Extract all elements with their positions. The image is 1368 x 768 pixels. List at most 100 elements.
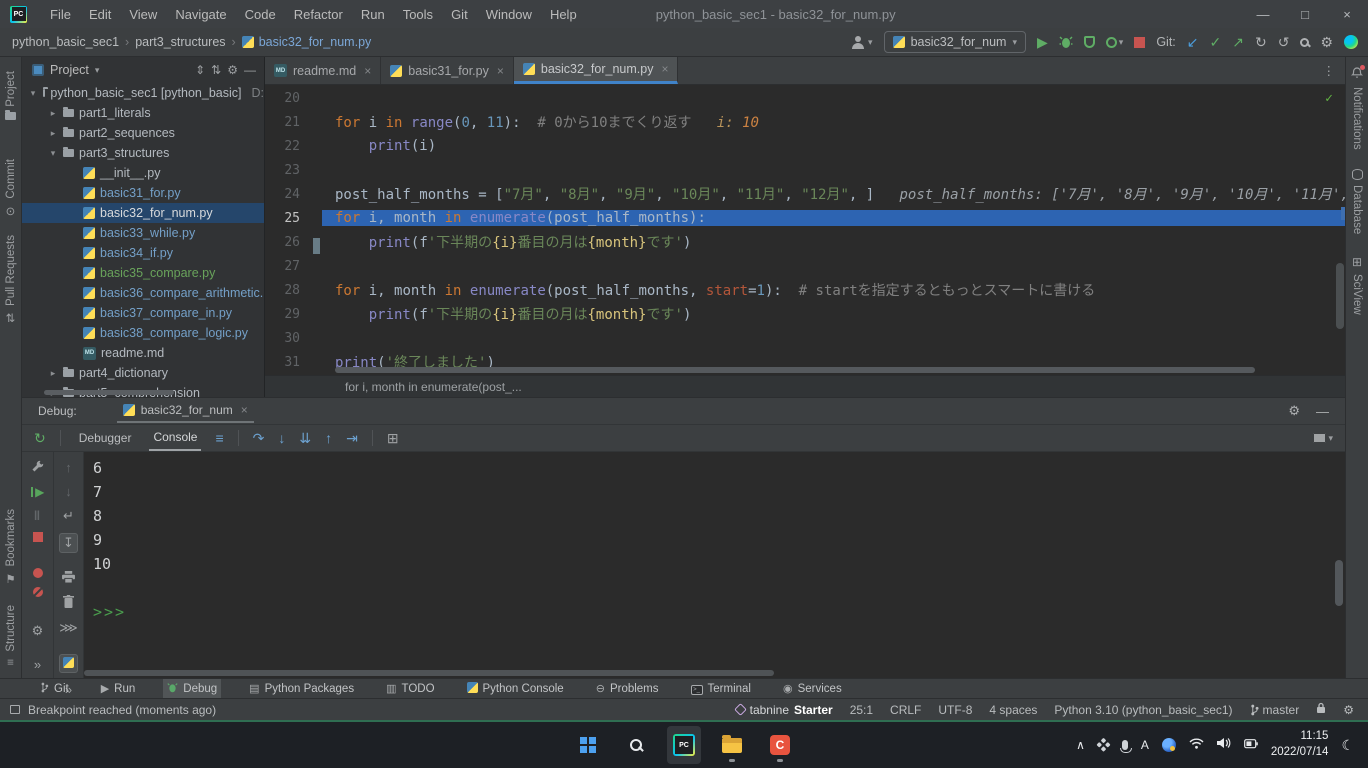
close-tab-icon[interactable]: × [497,64,504,78]
line-number[interactable]: 29 [265,307,322,322]
mute-breakpoints-icon[interactable] [33,587,43,597]
menu-help[interactable]: Help [541,7,586,22]
browse-stack-icon[interactable]: ⋙ [59,620,78,636]
collapse-all-icon[interactable]: ⇅ [211,63,221,77]
run-configuration-select[interactable]: basic32_for_num ▾ [884,31,1026,53]
wifi-icon[interactable] [1189,736,1204,754]
editor-tab[interactable]: basic31_for.py× [381,57,514,84]
select-opened-file-icon[interactable]: ⇕ [195,63,205,77]
taskbar-explorer-button[interactable] [715,726,749,764]
inspections-ok-icon[interactable]: ✓ [1325,91,1333,106]
lock-icon[interactable] [1316,702,1326,717]
step-out-icon[interactable]: ↑ [325,431,332,445]
debug-console-output[interactable]: 678910>>> [84,452,1345,678]
chevron-down-icon[interactable]: ▾ [95,65,100,76]
line-number[interactable]: 25 [265,211,322,226]
tool-button-run[interactable]: ▶Run [97,679,140,698]
tool-button-debug[interactable]: Debug [163,679,221,698]
history-button[interactable]: ↻ [1255,35,1267,49]
line-number[interactable]: 26 [265,235,322,250]
options-menu-icon[interactable]: ≡ [215,431,223,445]
line-number[interactable]: 27 [265,259,322,274]
debug-gear-icon[interactable]: ⚙ [32,623,44,639]
tree-item[interactable]: basic31_for.py [22,183,264,203]
tree-item[interactable]: basic37_compare_in.py [22,303,264,323]
debug-settings-gear-icon[interactable]: ⚙ [1288,403,1300,419]
file-encoding[interactable]: UTF-8 [938,703,972,717]
tray-overflow-chevron-icon[interactable]: ∧ [1076,739,1085,751]
sidebar-item-database[interactable]: Database [1346,169,1368,234]
microphone-icon[interactable] [1122,740,1128,750]
sidebar-item-commit[interactable]: Commit⊙ [0,159,21,218]
line-number[interactable]: 22 [265,139,322,154]
settings-gear-icon[interactable]: ⚙ [1320,35,1333,49]
line-number[interactable]: 28 [265,283,322,298]
tree-chevron-icon[interactable]: ▸ [48,108,58,119]
code-line[interactable]: 25for i, month in enumerate(post_half_mo… [265,206,1345,230]
tool-button-python-console[interactable]: Python Console [463,679,568,698]
tree-item[interactable]: basic38_compare_logic.py [22,323,264,343]
sidebar-item-project[interactable]: Project [0,71,21,120]
menu-git[interactable]: Git [442,7,477,22]
tabnine-widget[interactable]: tabnine Starter [736,703,833,717]
run-to-cursor-icon[interactable]: ⇥ [346,431,358,445]
sidebar-item-structure[interactable]: Structure≡ [0,605,21,669]
tab-options-icon[interactable]: ⋮ [1313,57,1346,84]
line-number[interactable]: 23 [265,163,322,178]
dropbox-icon[interactable] [1096,737,1112,753]
tree-item[interactable]: ▸part2_sequences [22,123,264,143]
hide-debug-panel-icon[interactable]: — [1316,404,1329,419]
debug-session-tab[interactable]: basic32_for_num × [117,399,254,423]
project-panel-title[interactable]: Project [50,63,89,77]
tree-item[interactable]: basic36_compare_arithmetic.py [22,283,264,303]
tool-button-git[interactable]: Git [36,679,73,698]
pause-program-icon[interactable]: ‖ [34,508,41,523]
menu-file[interactable]: File [41,7,80,22]
line-separator[interactable]: CRLF [890,703,921,717]
tree-chevron-icon[interactable]: ▾ [48,148,58,159]
run-button[interactable]: ▶ [1037,35,1048,49]
status-message[interactable]: Breakpoint reached (moments ago) [28,703,216,717]
tree-chevron-icon[interactable]: ▸ [48,128,58,139]
taskbar-search-button[interactable] [619,726,653,764]
force-step-into-icon[interactable]: ⇊ [299,431,311,445]
search-everywhere-icon[interactable] [1300,38,1309,47]
tree-item[interactable]: ▾python_basic_sec1 [python_basic]D: [22,83,264,103]
layout-settings-icon[interactable]: ▾ [1313,433,1333,444]
editor-tab[interactable]: MDreadme.md× [265,57,381,84]
sidebar-item-sciview[interactable]: ⊞SciView [1346,255,1368,315]
step-into-icon[interactable]: ↓ [278,431,285,445]
focus-assist-moon-icon[interactable]: ☾ [1341,738,1354,752]
taskbar-camtasia-button[interactable]: C [763,726,797,764]
close-tab-icon[interactable]: × [241,403,248,417]
stop-button[interactable] [1134,37,1145,48]
code-line[interactable]: 23 [265,158,1345,182]
code-editor[interactable]: 2021for i in range(0, 11): # 0から10までくり返す… [265,85,1345,375]
up-stack-icon[interactable]: ↑ [65,460,72,475]
code-line[interactable]: 29 print(f'下半期の{i}番目の月は{month}です') [265,302,1345,326]
clear-console-icon[interactable] [63,595,74,611]
line-number[interactable]: 20 [265,91,322,106]
code-line[interactable]: 30 [265,326,1345,350]
close-tab-icon[interactable]: × [661,62,668,76]
weather-widget-icon[interactable] [1162,738,1176,752]
tree-chevron-icon[interactable]: ▾ [28,88,38,99]
profile-button[interactable]: ▾ [851,36,873,49]
view-breakpoints-icon[interactable] [33,568,43,578]
event-log-icon[interactable] [10,705,20,714]
editor-tab[interactable]: basic32_for_num.py× [514,57,679,84]
tree-item[interactable]: __init__.py [22,163,264,183]
close-button[interactable]: × [1326,7,1368,22]
code-line[interactable]: 22 print(i) [265,134,1345,158]
code-line[interactable]: 26 print(f'下半期の{i}番目の月は{month}です') [265,230,1345,254]
sidebar-item-bookmarks[interactable]: Bookmarks⚑ [0,509,21,586]
taskbar-pycharm-button[interactable]: PC [667,726,701,764]
editor-breadcrumb-bar[interactable]: for i, month in enumerate(post_... [265,375,1345,397]
menu-window[interactable]: Window [477,7,541,22]
tool-button-terminal[interactable]: >_Terminal [687,679,755,698]
console-horizontal-scrollbar[interactable] [84,670,774,676]
close-tab-icon[interactable]: × [364,64,371,78]
console-prompt[interactable]: >>> [93,600,1345,624]
tab-debugger[interactable]: Debugger [75,426,136,450]
down-stack-icon[interactable]: ↓ [65,484,72,499]
